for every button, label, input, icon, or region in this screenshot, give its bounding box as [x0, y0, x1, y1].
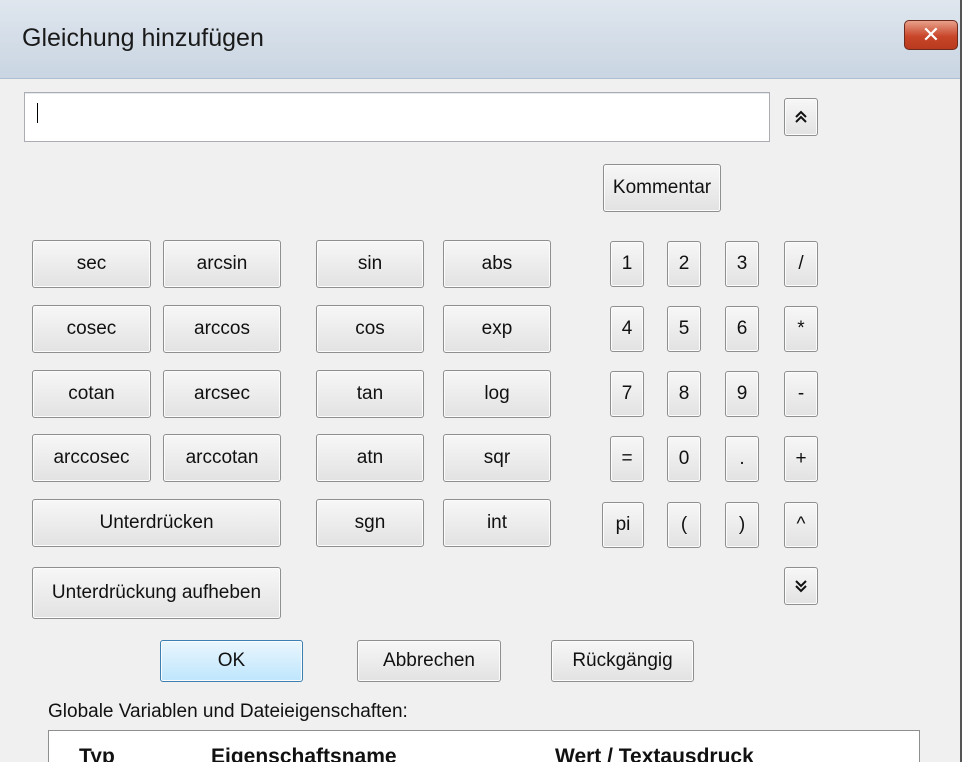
variables-table: Typ Eigenschaftsname Wert / Textausdruck — [48, 730, 920, 762]
key-0[interactable]: 0 — [667, 436, 701, 482]
key-9[interactable]: 9 — [725, 371, 759, 417]
cosec-button[interactable]: cosec — [32, 305, 151, 353]
collapse-up-button[interactable] — [784, 98, 818, 136]
key-multiply[interactable]: * — [784, 306, 818, 352]
key-divide[interactable]: / — [784, 241, 818, 287]
double-chevron-up-icon — [795, 110, 807, 123]
expand-down-button[interactable] — [784, 567, 818, 605]
variables-heading: Globale Variablen und Dateieigenschaften… — [48, 701, 408, 722]
key-equals[interactable]: = — [610, 436, 644, 482]
key-power[interactable]: ^ — [784, 502, 818, 548]
key-6[interactable]: 6 — [725, 306, 759, 352]
arccos-button[interactable]: arccos — [163, 305, 281, 353]
suppress-button[interactable]: Unterdrücken — [32, 499, 281, 547]
ok-button[interactable]: OK — [160, 640, 303, 682]
key-8[interactable]: 8 — [667, 371, 701, 417]
log-button[interactable]: log — [443, 370, 551, 418]
text-cursor — [37, 103, 38, 123]
cotan-button[interactable]: cotan — [32, 370, 151, 418]
double-chevron-down-icon — [795, 580, 807, 593]
sec-button[interactable]: sec — [32, 240, 151, 288]
sgn-button[interactable]: sgn — [316, 499, 424, 547]
arccosec-button[interactable]: arccosec — [32, 434, 151, 482]
arcsec-button[interactable]: arcsec — [163, 370, 281, 418]
arcsin-button[interactable]: arcsin — [163, 240, 281, 288]
key-2[interactable]: 2 — [667, 241, 701, 287]
close-icon: ✕ — [921, 22, 941, 47]
abs-button[interactable]: abs — [443, 240, 551, 288]
key-close-paren[interactable]: ) — [725, 502, 759, 548]
int-button[interactable]: int — [443, 499, 551, 547]
key-3[interactable]: 3 — [725, 241, 759, 287]
dialog-window: Gleichung hinzufügen ✕ Kommentar sec arc… — [0, 0, 962, 762]
column-header-value[interactable]: Wert / Textausdruck — [555, 745, 754, 762]
undo-button[interactable]: Rückgängig — [551, 640, 694, 682]
column-header-type[interactable]: Typ — [79, 745, 115, 762]
key-7[interactable]: 7 — [610, 371, 644, 417]
cos-button[interactable]: cos — [316, 305, 424, 353]
sin-button[interactable]: sin — [316, 240, 424, 288]
arccotan-button[interactable]: arccotan — [163, 434, 281, 482]
tan-button[interactable]: tan — [316, 370, 424, 418]
atn-button[interactable]: atn — [316, 434, 424, 482]
exp-button[interactable]: exp — [443, 305, 551, 353]
key-subtract[interactable]: - — [784, 371, 818, 417]
unsuppress-button[interactable]: Unterdrückung aufheben — [32, 567, 281, 619]
title-bar: Gleichung hinzufügen ✕ — [0, 0, 960, 79]
column-header-property-name[interactable]: Eigenschaftsname — [211, 745, 397, 762]
key-1[interactable]: 1 — [610, 241, 644, 287]
cancel-button[interactable]: Abbrechen — [357, 640, 501, 682]
key-decimal[interactable]: . — [725, 436, 759, 482]
close-button[interactable]: ✕ — [904, 20, 958, 50]
key-4[interactable]: 4 — [610, 306, 644, 352]
key-open-paren[interactable]: ( — [667, 502, 701, 548]
equation-input[interactable] — [24, 92, 770, 142]
key-pi[interactable]: pi — [602, 502, 644, 548]
sqr-button[interactable]: sqr — [443, 434, 551, 482]
key-add[interactable]: + — [784, 436, 818, 482]
window-title: Gleichung hinzufügen — [22, 24, 264, 52]
key-5[interactable]: 5 — [667, 306, 701, 352]
comment-button[interactable]: Kommentar — [603, 164, 721, 212]
